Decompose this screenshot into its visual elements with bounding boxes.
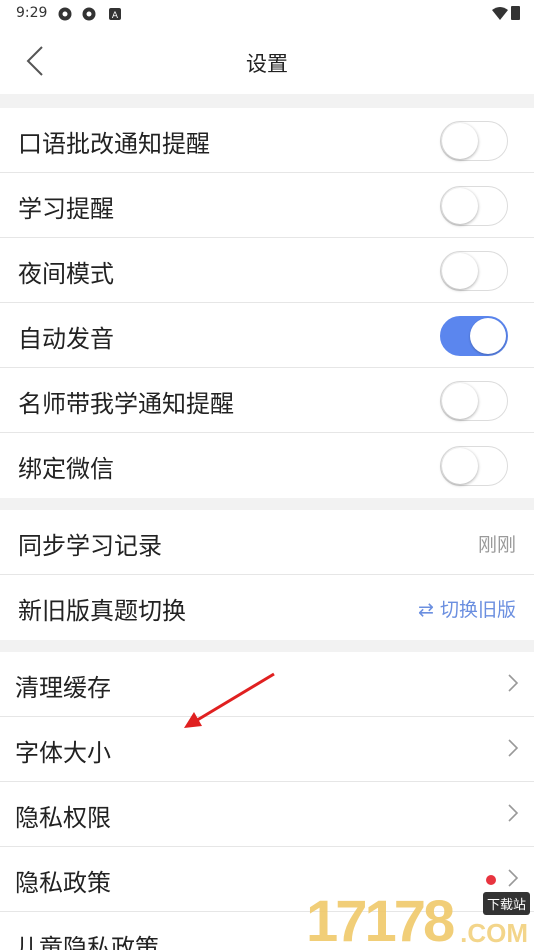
setting-row-comment-notify: 口语批改通知提醒 — [0, 108, 534, 173]
setting-row-teacher-notify: 名师带我学通知提醒 — [0, 368, 534, 433]
setting-label: 同步学习记录 — [18, 532, 162, 560]
night-mode-toggle[interactable] — [440, 251, 508, 291]
bind-wechat-toggle[interactable] — [440, 446, 508, 486]
setting-row-version-switch: 新旧版真题切换 ⇄ 切换旧版 — [0, 575, 534, 640]
toggle-knob — [442, 123, 478, 159]
setting-row-sync-record[interactable]: 同步学习记录 刚刚 — [0, 510, 534, 575]
setting-label: 隐私权限 — [15, 804, 111, 832]
setting-label: 字体大小 — [15, 739, 111, 767]
setting-label: 学习提醒 — [18, 195, 114, 223]
chevron-right-icon — [508, 739, 519, 757]
setting-row-study-reminder: 学习提醒 — [0, 173, 534, 238]
setting-row-night-mode: 夜间模式 — [0, 238, 534, 303]
watermark-domain: .COM — [460, 918, 528, 948]
setting-row-privacy-permissions[interactable]: 隐私权限 — [0, 782, 534, 847]
status-time: 9:29 — [16, 5, 48, 21]
watermark-tag: 下载站 — [482, 892, 530, 915]
wifi-icon — [492, 7, 508, 20]
setting-row-bind-wechat: 绑定微信 — [0, 433, 534, 498]
study-reminder-toggle[interactable] — [440, 186, 508, 226]
toggle-knob — [442, 253, 478, 289]
site-watermark: 17178 下载站 .COM — [304, 888, 534, 950]
setting-label: 绑定微信 — [18, 455, 114, 483]
app-notification-icon — [82, 7, 96, 21]
toggle-knob — [442, 383, 478, 419]
setting-row-auto-pronounce: 自动发音 — [0, 303, 534, 368]
battery-icon — [511, 6, 520, 20]
setting-label: 隐私政策 — [15, 869, 111, 897]
comment-notify-toggle[interactable] — [440, 121, 508, 161]
setting-label: 夜间模式 — [18, 260, 114, 288]
status-bar: 9:29 A — [0, 0, 534, 28]
toggle-knob — [442, 188, 478, 224]
notification-settings-section: 口语批改通知提醒 学习提醒 夜间模式 自动发音 名师带我学通知提醒 绑定微信 — [0, 108, 534, 498]
setting-label: 自动发音 — [18, 325, 114, 353]
unread-dot — [486, 875, 496, 885]
toggle-knob — [442, 448, 478, 484]
toggle-knob — [470, 318, 506, 354]
setting-label: 儿童隐私政策 — [15, 934, 159, 950]
sync-time-value: 刚刚 — [477, 534, 516, 556]
auto-pronounce-toggle[interactable] — [440, 316, 508, 356]
page-title: 设置 — [246, 52, 288, 76]
chevron-right-icon — [508, 869, 519, 887]
setting-label: 清理缓存 — [15, 674, 111, 702]
setting-label: 口语批改通知提醒 — [18, 130, 210, 158]
setting-label: 新旧版真题切换 — [18, 597, 186, 625]
svg-text:A: A — [112, 11, 119, 21]
watermark-digits: 17178 — [306, 889, 455, 950]
app-a-icon: A — [109, 8, 121, 21]
sync-settings-section: 同步学习记录 刚刚 新旧版真题切换 ⇄ 切换旧版 — [0, 510, 534, 640]
chevron-right-icon — [508, 804, 519, 822]
annotation-arrow-icon — [184, 672, 275, 728]
app-notification-icon — [58, 7, 72, 21]
nav-bar: 设置 — [0, 28, 534, 94]
setting-label: 名师带我学通知提醒 — [18, 390, 234, 418]
switch-old-version-link[interactable]: ⇄ 切换旧版 — [418, 595, 516, 622]
teacher-notify-toggle[interactable] — [440, 381, 508, 421]
chevron-right-icon — [508, 674, 519, 692]
